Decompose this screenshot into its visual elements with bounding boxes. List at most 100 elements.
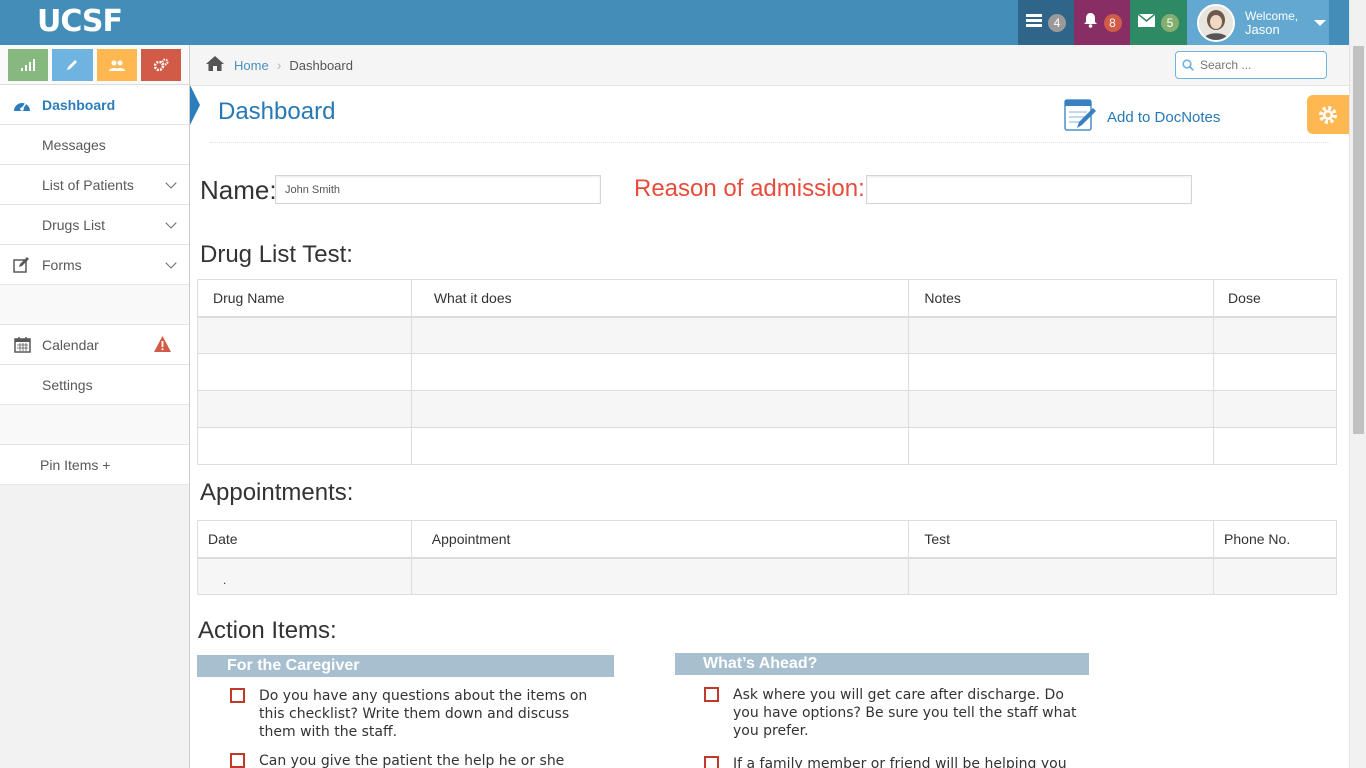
- table-cell[interactable]: [1213, 353, 1337, 391]
- sidebar-item-label: Dashboard: [42, 96, 116, 113]
- name-field[interactable]: [275, 175, 601, 204]
- sidebar-item-messages[interactable]: Messages: [0, 125, 189, 165]
- sidebar: Dashboard Messages List of Patients Drug…: [0, 45, 190, 768]
- table-cell[interactable]: [1213, 316, 1337, 354]
- users-shortcut-button[interactable]: [96, 49, 137, 81]
- page-title: Dashboard: [218, 98, 336, 125]
- appointments-table: Date Appointment Test Phone No. .: [197, 520, 1337, 595]
- reason-label: Reason of admission:: [634, 175, 865, 202]
- table-cell[interactable]: [908, 557, 1215, 595]
- checklist-item[interactable]: Do you have any questions about the item…: [230, 687, 610, 741]
- checklist-item[interactable]: If a family member or friend will be hel…: [704, 755, 1094, 768]
- checkbox[interactable]: [230, 753, 245, 768]
- table-cell[interactable]: [908, 316, 1215, 354]
- notifications-button[interactable]: 8: [1074, 0, 1130, 45]
- table-row: [197, 390, 1337, 428]
- table-cell[interactable]: [410, 427, 910, 465]
- table-cell[interactable]: .: [197, 557, 412, 595]
- sidebar-item-label: Messages: [42, 136, 106, 153]
- scrollbar-thumb[interactable]: [1353, 46, 1364, 434]
- cogs-icon: [153, 58, 169, 72]
- search-icon: [1182, 59, 1194, 71]
- table-cell[interactable]: [1213, 557, 1337, 595]
- sidebar-item-label: Calendar: [42, 336, 99, 353]
- chevron-down-icon: [165, 257, 177, 269]
- breadcrumb-home-link[interactable]: Home: [234, 58, 269, 73]
- breadcrumb-separator-icon: ›: [276, 57, 282, 73]
- table-cell[interactable]: [410, 557, 910, 595]
- breadcrumb: Home › Dashboard: [190, 45, 1349, 86]
- table-cell[interactable]: [410, 316, 910, 354]
- sidebar-item-drugs-list[interactable]: Drugs List: [0, 205, 189, 245]
- bell-icon: [1083, 12, 1098, 33]
- user-name: Jason: [1245, 21, 1280, 37]
- table-cell[interactable]: [1213, 427, 1337, 465]
- sidebar-item-pin-items[interactable]: Pin Items +: [0, 445, 189, 485]
- stats-shortcut-button[interactable]: [8, 49, 49, 81]
- table-row: [197, 316, 1337, 354]
- column-header: Appointment: [410, 520, 910, 559]
- table-cell[interactable]: [1213, 390, 1337, 428]
- table-cell[interactable]: [908, 390, 1215, 428]
- messages-button[interactable]: 5: [1130, 0, 1187, 45]
- column-header: Drug Name: [197, 279, 412, 318]
- settings-shortcut-button[interactable]: [140, 49, 181, 81]
- checklist-item-text: Ask where you will get care after discha…: [733, 687, 1077, 739]
- sidebar-item-label: Settings: [42, 376, 93, 393]
- column-header: What it does: [410, 279, 910, 318]
- dashboard-icon: [12, 98, 32, 112]
- sidebar-item-calendar[interactable]: Calendar: [0, 325, 189, 365]
- settings-toggle-button[interactable]: [1307, 95, 1349, 134]
- add-to-docnotes-button[interactable]: Add to DocNotes: [1063, 98, 1220, 136]
- checkbox[interactable]: [704, 756, 719, 768]
- chevron-down-icon: [165, 217, 177, 229]
- notepad-icon: [1063, 98, 1097, 136]
- app-logo[interactable]: UCSF: [37, 2, 123, 42]
- shortcut-bar: [0, 45, 189, 85]
- column-header: Dose: [1213, 279, 1337, 318]
- table-cell[interactable]: [197, 390, 412, 428]
- sidebar-item-label: Drugs List: [42, 216, 106, 233]
- breadcrumb-current: Dashboard: [289, 57, 353, 73]
- table-cell[interactable]: [908, 353, 1215, 391]
- sidebar-item-blank: [0, 405, 189, 445]
- table-cell[interactable]: [197, 316, 412, 354]
- whats-ahead-heading: What’s Ahead?: [675, 653, 1089, 675]
- home-icon[interactable]: [206, 56, 224, 74]
- users-icon: [108, 60, 125, 71]
- table-cell[interactable]: [197, 427, 412, 465]
- messages-badge: 5: [1161, 13, 1179, 32]
- checklist-item-text: Do you have any questions about the item…: [259, 688, 588, 740]
- user-menu[interactable]: Welcome, Jason: [1187, 0, 1329, 45]
- pencil-icon: [67, 60, 78, 70]
- column-header: Notes: [908, 279, 1215, 318]
- checklist-item[interactable]: Ask where you will get care after discha…: [704, 686, 1084, 740]
- sidebar-item-blank: [0, 285, 189, 325]
- column-header: Date: [197, 520, 412, 559]
- header-divider: [210, 142, 1330, 143]
- table-cell[interactable]: [410, 390, 910, 428]
- sidebar-item-label: List of Patients: [42, 176, 134, 193]
- tasks-icon: [1026, 13, 1042, 32]
- tasks-button[interactable]: 4: [1018, 0, 1074, 45]
- page-scrollbar[interactable]: [1349, 0, 1366, 768]
- sidebar-item-list-of-patients[interactable]: List of Patients: [0, 165, 189, 205]
- sidebar-item-settings[interactable]: Settings: [0, 365, 189, 405]
- reason-field[interactable]: [866, 175, 1192, 204]
- sidebar-item-label: Forms: [42, 256, 82, 273]
- table-cell[interactable]: [410, 353, 910, 391]
- table-cell[interactable]: [908, 427, 1215, 465]
- checkbox[interactable]: [230, 688, 245, 703]
- chevron-down-icon: [165, 177, 177, 189]
- edit-shortcut-button[interactable]: [52, 49, 93, 81]
- table-cell[interactable]: [197, 353, 412, 391]
- sidebar-item-label: Pin Items +: [40, 456, 111, 473]
- sidebar-item-dashboard[interactable]: Dashboard: [0, 85, 189, 125]
- checklist-item[interactable]: Can you give the patient the help he or …: [230, 752, 610, 768]
- search-box: [1175, 51, 1327, 79]
- search-input[interactable]: [1200, 58, 1320, 72]
- table-row: .: [197, 557, 1337, 595]
- docnotes-label: Add to DocNotes: [1107, 108, 1221, 126]
- sidebar-item-forms[interactable]: Forms: [0, 245, 189, 285]
- checkbox[interactable]: [704, 687, 719, 702]
